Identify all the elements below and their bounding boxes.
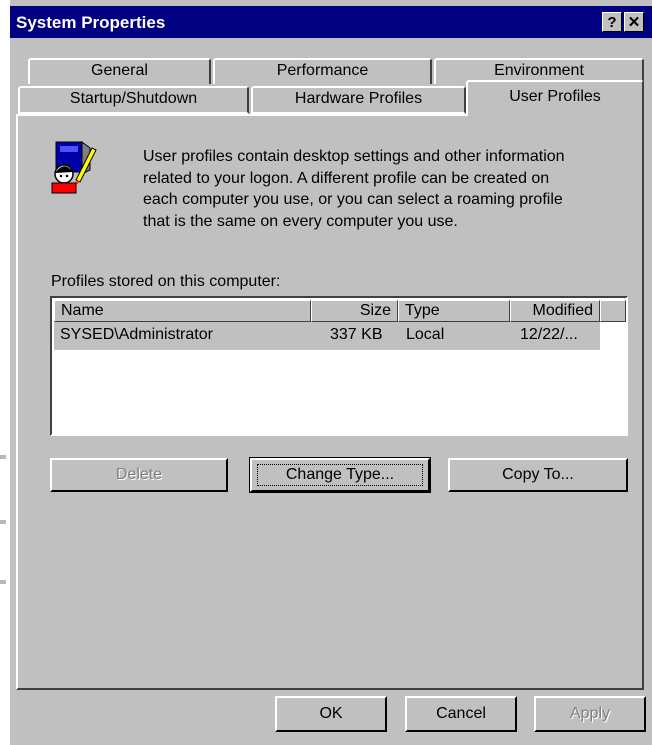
cell-type: Local bbox=[406, 326, 445, 343]
ok-button[interactable]: OK bbox=[275, 696, 387, 732]
description-line: that is the same on every computer you u… bbox=[143, 212, 458, 230]
column-label: Size bbox=[359, 302, 391, 319]
desktop-artifact bbox=[0, 520, 6, 524]
column-header-modified[interactable]: Modified bbox=[510, 300, 600, 322]
column-header-filler bbox=[600, 300, 626, 322]
button-label: Copy To... bbox=[502, 466, 574, 483]
desktop-artifact bbox=[0, 455, 6, 459]
cancel-button[interactable]: Cancel bbox=[405, 696, 517, 732]
tab-performance[interactable]: Performance bbox=[213, 58, 432, 84]
column-header-type[interactable]: Type bbox=[398, 300, 510, 322]
column-label: Name bbox=[61, 302, 104, 319]
profiles-list[interactable]: Name Size Type Modified SYSED\Administra… bbox=[50, 296, 628, 436]
column-header-size[interactable]: Size bbox=[311, 300, 398, 322]
button-label: Delete bbox=[115, 466, 163, 483]
change-type-button[interactable]: Change Type... bbox=[249, 457, 431, 493]
close-button[interactable]: ✕ bbox=[624, 12, 644, 32]
user-profile-icon bbox=[46, 140, 100, 194]
column-label: Modified bbox=[532, 302, 593, 319]
button-label: OK bbox=[319, 705, 343, 722]
cell-modified: 12/22/... bbox=[520, 326, 578, 343]
description-line: User profiles contain desktop settings a… bbox=[143, 148, 565, 165]
cell-name: SYSED\Administrator bbox=[60, 326, 213, 343]
description-line: related to your logon. A different profi… bbox=[143, 169, 550, 187]
tab-label: User Profiles bbox=[509, 88, 601, 105]
desktop-artifact bbox=[0, 580, 6, 584]
tab-user-profiles[interactable]: User Profiles bbox=[466, 80, 644, 116]
description-line: each computer you use, or you can select… bbox=[143, 191, 563, 208]
copy-to-button[interactable]: Copy To... bbox=[448, 458, 628, 492]
window-title: System Properties bbox=[16, 13, 166, 32]
focus-rectangle bbox=[257, 464, 423, 486]
tab-label: Performance bbox=[276, 62, 369, 79]
help-button[interactable]: ? bbox=[602, 12, 622, 32]
tab-startup-shutdown[interactable]: Startup/Shutdown bbox=[18, 86, 249, 114]
tab-label: Startup/Shutdown bbox=[69, 90, 198, 107]
tab-label: Hardware Profiles bbox=[294, 90, 423, 107]
profile-description: User profiles contain desktop settings a… bbox=[143, 146, 613, 232]
apply-button[interactable]: Apply bbox=[534, 696, 646, 732]
title-bar: System Properties ? ✕ bbox=[10, 6, 652, 38]
profiles-label: Profiles stored on this computer: bbox=[51, 273, 281, 290]
tab-label: General bbox=[91, 62, 148, 79]
table-row[interactable]: SYSED\Administrator 337 KB Local 12/22/.… bbox=[54, 322, 600, 350]
column-header-name[interactable]: Name bbox=[54, 300, 311, 322]
button-label: Cancel bbox=[436, 705, 486, 722]
cell-size: 337 KB bbox=[330, 326, 383, 343]
button-label: Apply bbox=[569, 705, 611, 722]
column-label: Type bbox=[405, 302, 440, 319]
tab-hardware-profiles[interactable]: Hardware Profiles bbox=[251, 86, 466, 114]
delete-button[interactable]: Delete bbox=[50, 458, 228, 492]
tab-label: Environment bbox=[494, 62, 584, 79]
tab-general[interactable]: General bbox=[28, 58, 211, 84]
